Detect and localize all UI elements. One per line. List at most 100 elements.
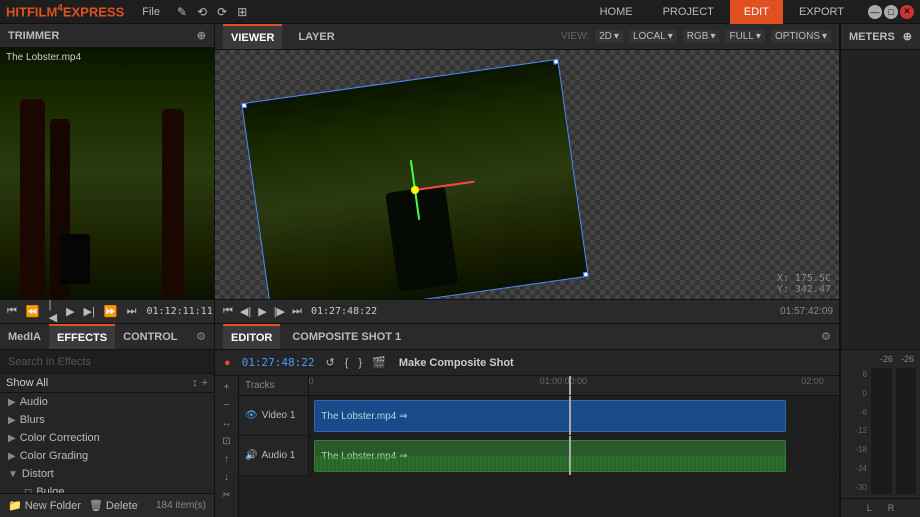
category-audio-label: Audio bbox=[20, 396, 48, 408]
category-color-correction[interactable]: ▶ Color Correction bbox=[0, 429, 214, 447]
audio-clip[interactable]: The Lobster.mp4 ⇒ bbox=[314, 440, 786, 472]
transform-handle-tl[interactable] bbox=[241, 100, 247, 109]
tl-zoom-in[interactable]: + bbox=[222, 380, 232, 395]
video-figure bbox=[385, 185, 458, 292]
composite-tab[interactable]: COMPOSITE SHOT 1 bbox=[284, 324, 409, 349]
video-frame[interactable] bbox=[241, 59, 589, 299]
coord-x: X: 175.5C bbox=[777, 273, 831, 284]
editor-tab[interactable]: EDITOR bbox=[223, 324, 280, 349]
effects-count: 184 item(s) bbox=[156, 500, 206, 511]
edit-icon[interactable]: ✎ bbox=[174, 3, 190, 21]
editor-options-icon[interactable]: ⚙ bbox=[821, 330, 831, 343]
delete-icon: 🗑 bbox=[89, 499, 103, 512]
meters-top-space bbox=[841, 50, 920, 350]
effect-bulge[interactable]: ◻ Bulge bbox=[0, 483, 214, 493]
audio-track-content[interactable]: The Lobster.mp4 ⇒ bbox=[309, 436, 839, 475]
meter-bar-left bbox=[871, 368, 892, 494]
category-audio[interactable]: ▶ Audio bbox=[0, 393, 214, 411]
effects-search-input[interactable] bbox=[0, 350, 214, 374]
redo-icon[interactable]: ⟳ bbox=[214, 3, 230, 21]
video-eye-icon[interactable]: 👁 bbox=[245, 410, 258, 421]
time-ruler: 0 01:00:00:00 02:00 bbox=[309, 376, 839, 395]
effects-sort-icon[interactable]: ↕ bbox=[192, 377, 198, 389]
tl-split[interactable]: ✂ bbox=[220, 488, 232, 503]
trim-play-pause-btn[interactable]: ▶ bbox=[63, 303, 77, 320]
et-mark-out-btn[interactable]: } bbox=[355, 356, 365, 370]
video-clip[interactable]: The Lobster.mp4 ⇒ bbox=[314, 400, 786, 432]
tab-control[interactable]: CONTROL bbox=[115, 324, 185, 349]
new-folder-button[interactable]: 📁 New Folder bbox=[8, 499, 81, 512]
viewer-rgb-btn[interactable]: RGB ▾ bbox=[683, 30, 720, 43]
maximize-button[interactable]: □ bbox=[884, 5, 898, 19]
minimize-button[interactable]: — bbox=[868, 5, 882, 19]
category-color-correction-label: Color Correction bbox=[20, 432, 100, 444]
trimmer-expand-icon[interactable]: ⊕ bbox=[197, 29, 206, 42]
category-blurs[interactable]: ▶ Blurs bbox=[0, 411, 214, 429]
viewer-end-btn[interactable]: ⏭ bbox=[290, 304, 304, 319]
transform-handle-br[interactable] bbox=[583, 271, 589, 280]
viewer-start-btn[interactable]: ⏮ bbox=[221, 304, 235, 319]
viewer-coordinates: X: 175.5C Y: 342.47 bbox=[777, 273, 831, 295]
scale-neg6: -6 bbox=[845, 408, 867, 417]
tl-fit[interactable]: ↔ bbox=[220, 416, 234, 431]
et-mark-in-btn[interactable]: { bbox=[342, 356, 352, 370]
et-loop-btn[interactable]: ↺ bbox=[323, 355, 338, 370]
video-track-content[interactable]: The Lobster.mp4 ⇒ bbox=[309, 396, 839, 435]
category-distort[interactable]: ▼ Distort bbox=[0, 465, 214, 483]
menu-file[interactable]: File bbox=[134, 0, 168, 23]
trim-frame-fwd-btn[interactable]: ▶| bbox=[81, 303, 98, 320]
meters-options-icon[interactable]: ⊕ bbox=[903, 30, 912, 43]
trim-prev-btn[interactable]: ⏪ bbox=[23, 303, 43, 320]
effects-options-icon[interactable]: ⚙ bbox=[192, 330, 210, 343]
layer-tab[interactable]: LAYER bbox=[290, 24, 342, 49]
trim-next-btn[interactable]: ⏩ bbox=[101, 303, 121, 320]
tl-snap[interactable]: ⊡ bbox=[220, 434, 232, 449]
viewer-options-btn[interactable]: OPTIONS ▾ bbox=[771, 30, 831, 43]
et-composite-icon[interactable]: 🎬 bbox=[369, 355, 389, 370]
viewer-content: X: 175.5C Y: 342.47 bbox=[215, 50, 839, 299]
viewer-frame-area bbox=[225, 70, 829, 289]
viewer-2d-btn[interactable]: 2D ▾ bbox=[595, 30, 623, 43]
category-blurs-label: Blurs bbox=[20, 414, 45, 426]
tl-arrow-down[interactable]: ↓ bbox=[222, 470, 231, 485]
viewer-prev-frame-btn[interactable]: ◀| bbox=[238, 304, 253, 319]
video-track-label: 👁 Video 1 bbox=[239, 396, 309, 435]
viewer-local-btn[interactable]: LOCAL ▾ bbox=[629, 30, 677, 43]
grid-icon[interactable]: ⊞ bbox=[234, 3, 250, 21]
audio-playhead bbox=[569, 436, 571, 475]
audio-speaker-icon[interactable]: 🔊 bbox=[245, 450, 257, 461]
nav-home[interactable]: HOME bbox=[586, 0, 647, 24]
video-label-text: Video 1 bbox=[262, 410, 296, 421]
viewer-tab[interactable]: VIEWER bbox=[223, 24, 282, 49]
effects-add-icon[interactable]: + bbox=[202, 377, 208, 389]
tab-effects[interactable]: EFFECTS bbox=[49, 324, 115, 349]
category-distort-label: Distort bbox=[22, 468, 54, 480]
category-color-grading[interactable]: ▶ Color Grading bbox=[0, 447, 214, 465]
trim-end-btn[interactable]: ⏭ bbox=[124, 303, 140, 320]
time-mark-1: 01:00:00:00 bbox=[540, 376, 588, 386]
close-button[interactable]: ✕ bbox=[900, 5, 914, 19]
coord-y: Y: 342.47 bbox=[777, 284, 831, 295]
trim-play-btn[interactable]: ⏮ bbox=[4, 303, 20, 320]
nav-export[interactable]: EXPORT bbox=[785, 0, 858, 24]
nav-project[interactable]: PROJECT bbox=[649, 0, 728, 24]
tab-media[interactable]: MedIA bbox=[0, 324, 49, 349]
viewer-play-btn[interactable]: ▶ bbox=[256, 304, 268, 319]
timeline-playhead[interactable] bbox=[569, 376, 571, 395]
tl-arrow[interactable]: ↑ bbox=[222, 452, 231, 467]
delete-button[interactable]: 🗑 Delete bbox=[89, 499, 138, 512]
meter-l-label: L bbox=[867, 503, 872, 513]
meter-label-l: -26 bbox=[880, 354, 893, 364]
viewer-full-btn[interactable]: FULL ▾ bbox=[725, 30, 764, 43]
editor-action-label: Make Composite Shot bbox=[399, 357, 514, 369]
et-record-btn[interactable]: ● bbox=[221, 356, 234, 370]
trim-frame-back-btn[interactable]: |◀ bbox=[46, 297, 60, 326]
video-clip-label: The Lobster.mp4 ⇒ bbox=[321, 411, 407, 422]
trimmer-video-bg bbox=[0, 48, 214, 299]
new-folder-icon: 📁 bbox=[8, 499, 22, 512]
viewer-next-frame-btn[interactable]: |▶ bbox=[272, 304, 287, 319]
undo-icon[interactable]: ⟲ bbox=[194, 3, 210, 21]
audio-track-row: 🔊 Audio 1 The Lobster.mp4 ⇒ bbox=[239, 436, 839, 476]
tl-zoom-out[interactable]: − bbox=[222, 398, 232, 413]
nav-edit[interactable]: EDIT bbox=[730, 0, 783, 24]
